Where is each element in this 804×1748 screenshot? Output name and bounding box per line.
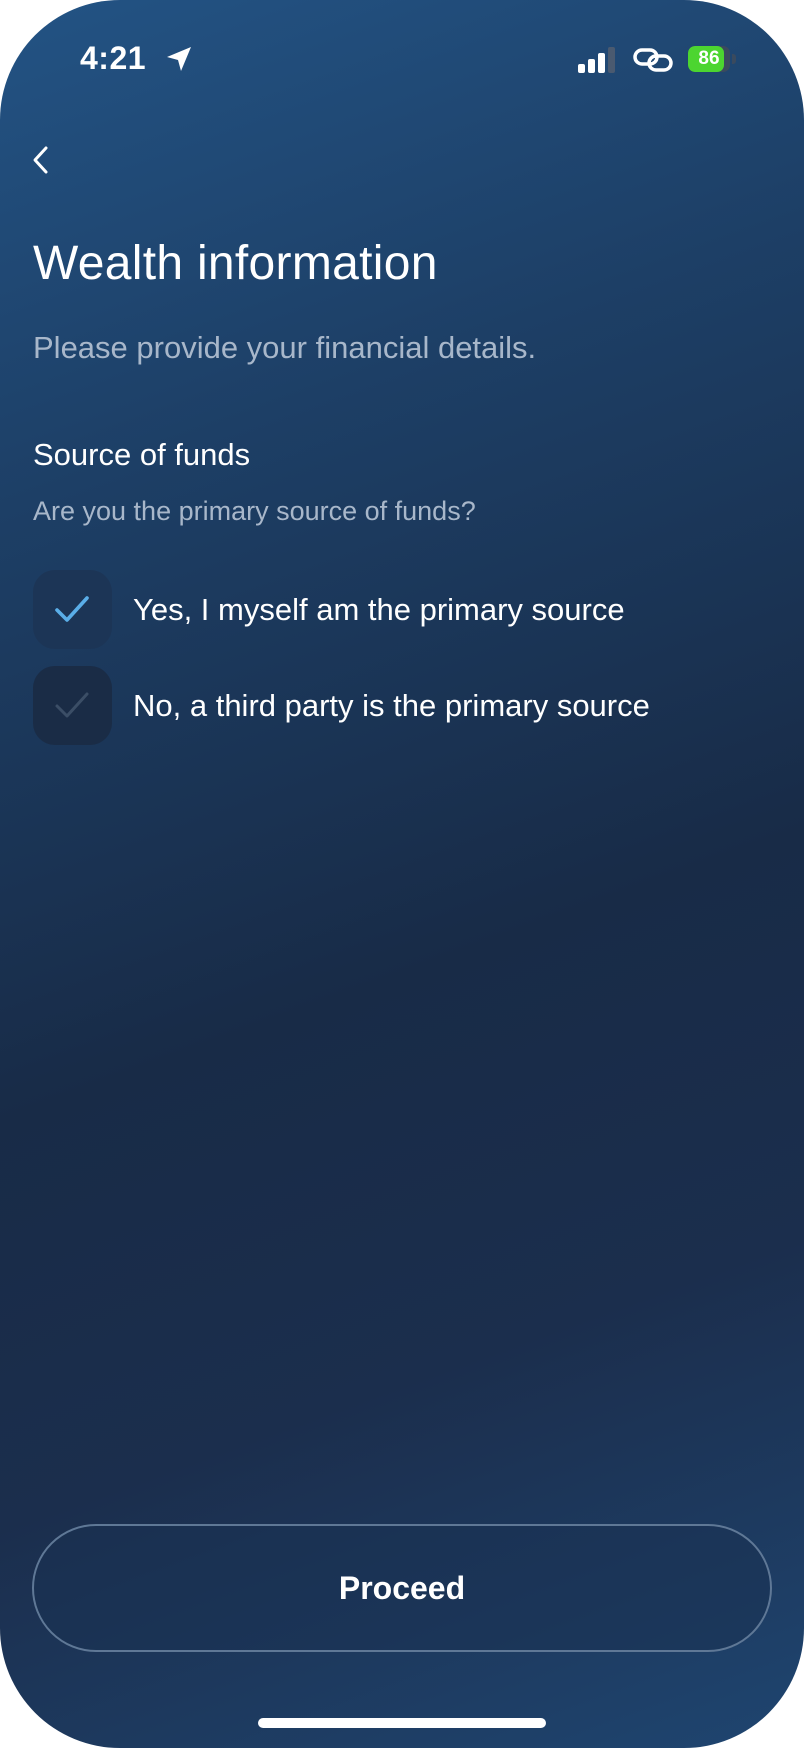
section-title: Source of funds [33,437,251,472]
battery-icon: 86 [688,46,736,72]
option-yes-primary-source[interactable]: Yes, I myself am the primary source [33,570,753,650]
location-arrow-icon [167,47,191,71]
checkmark-icon [55,692,89,718]
checkmark-icon [55,596,89,622]
status-time: 4:21 [80,40,147,76]
link-icon [633,48,673,72]
home-indicator [258,1718,546,1728]
page-title: Wealth information [33,237,438,290]
page-subtitle: Please provide your financial details. [33,330,537,365]
proceed-button[interactable]: Proceed [32,1524,772,1652]
back-button[interactable] [26,142,56,178]
status-bar: 4:21 86 [0,38,804,82]
option-label: Yes, I myself am the primary source [133,592,625,627]
option-label: No, a third party is the primary source [133,688,650,723]
battery-level: 86 [698,48,720,69]
cellular-signal-icon [578,47,615,73]
option-no-third-party[interactable]: No, a third party is the primary source [33,666,753,746]
section-question: Are you the primary source of funds? [33,496,476,526]
checkbox-unselected[interactable] [33,666,112,745]
chevron-left-icon [33,146,48,174]
app-screen: 4:21 86 Wealth information Please provid… [0,0,804,1748]
checkbox-selected[interactable] [33,570,112,649]
